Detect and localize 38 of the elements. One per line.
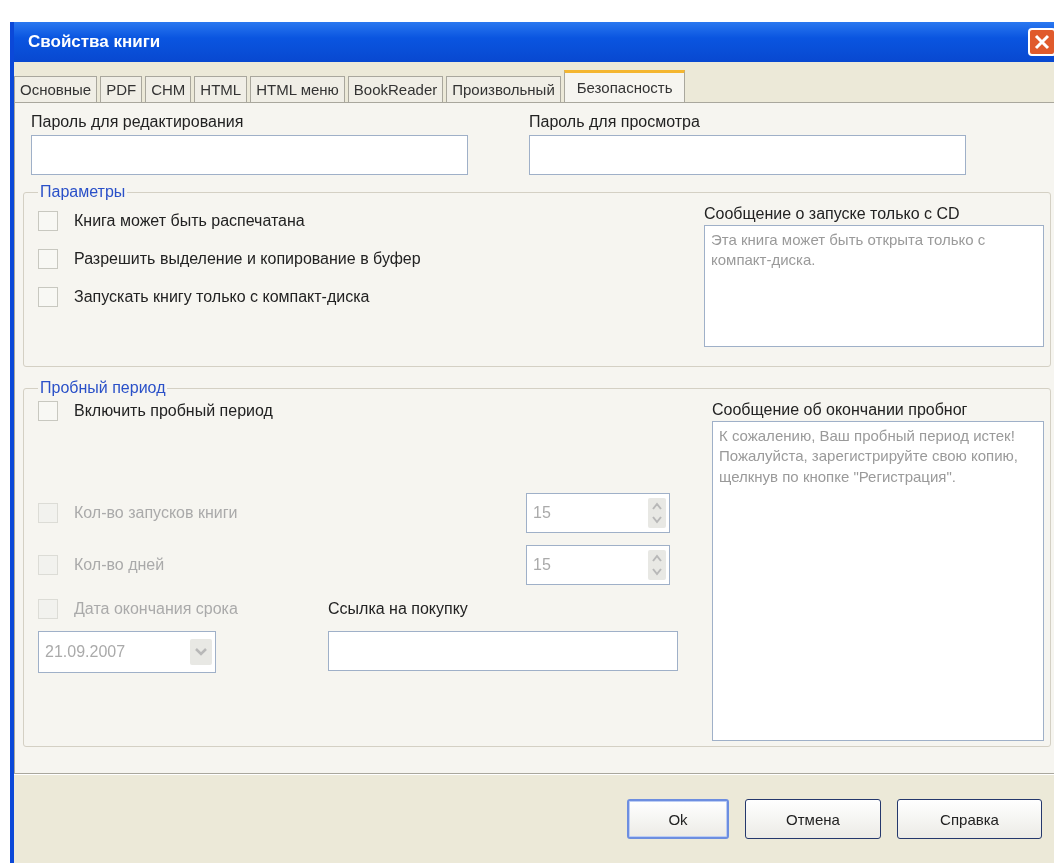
checkbox-label: Запускать книгу только с компакт-диска xyxy=(74,288,370,306)
password-field[interactable] xyxy=(529,135,966,175)
tab[interactable]: Безопасность xyxy=(563,70,686,104)
link-field[interactable] xyxy=(328,631,678,671)
checkbox-label: Включить пробный период xyxy=(74,402,273,420)
checkbox[interactable] xyxy=(38,249,58,269)
field-label: Пароль для редактирования xyxy=(31,113,245,131)
dialog-button[interactable]: Ok xyxy=(627,799,729,839)
dialog-button[interactable]: Справка xyxy=(897,799,1042,839)
field-label: Пароль для просмотра xyxy=(529,113,701,131)
tab[interactable]: PDF xyxy=(100,76,143,102)
group-title: Параметры xyxy=(39,183,127,201)
tab[interactable]: CHM xyxy=(145,76,192,102)
field-label: Ссылка на покупку xyxy=(328,600,469,618)
password-field[interactable] xyxy=(31,135,468,175)
spinner-icon xyxy=(648,498,666,528)
close-icon xyxy=(1033,33,1051,51)
field-label: Сообщение об окончании пробног xyxy=(712,401,969,419)
tab[interactable]: HTML xyxy=(194,76,248,102)
checkbox-label: Кол-во дней xyxy=(74,556,165,574)
checkbox[interactable] xyxy=(38,401,58,421)
checkbox-label: Кол-во запусков книги xyxy=(74,504,238,522)
dialog-button[interactable]: Отмена xyxy=(745,799,881,839)
tab[interactable]: Произвольный xyxy=(446,76,561,102)
checkbox-label: Дата окончания срока xyxy=(74,600,238,618)
caret-icon xyxy=(190,639,212,665)
checkbox[interactable] xyxy=(38,211,58,231)
group-title: Пробный период xyxy=(39,379,167,397)
tab[interactable]: BookReader xyxy=(347,76,444,102)
tab[interactable]: HTML меню xyxy=(250,76,345,102)
checkbox[interactable] xyxy=(38,287,58,307)
window-title: Свойства книги xyxy=(28,32,161,52)
field-label: Сообщение о запуске только с CD xyxy=(704,205,961,223)
close-button[interactable] xyxy=(1028,28,1054,56)
tab[interactable]: Основные xyxy=(14,76,98,102)
spinner-icon xyxy=(648,550,666,580)
checkbox-label: Книга может быть распечатана xyxy=(74,212,305,230)
checkbox-label: Разрешить выделение и копирование в буфер xyxy=(74,250,421,268)
